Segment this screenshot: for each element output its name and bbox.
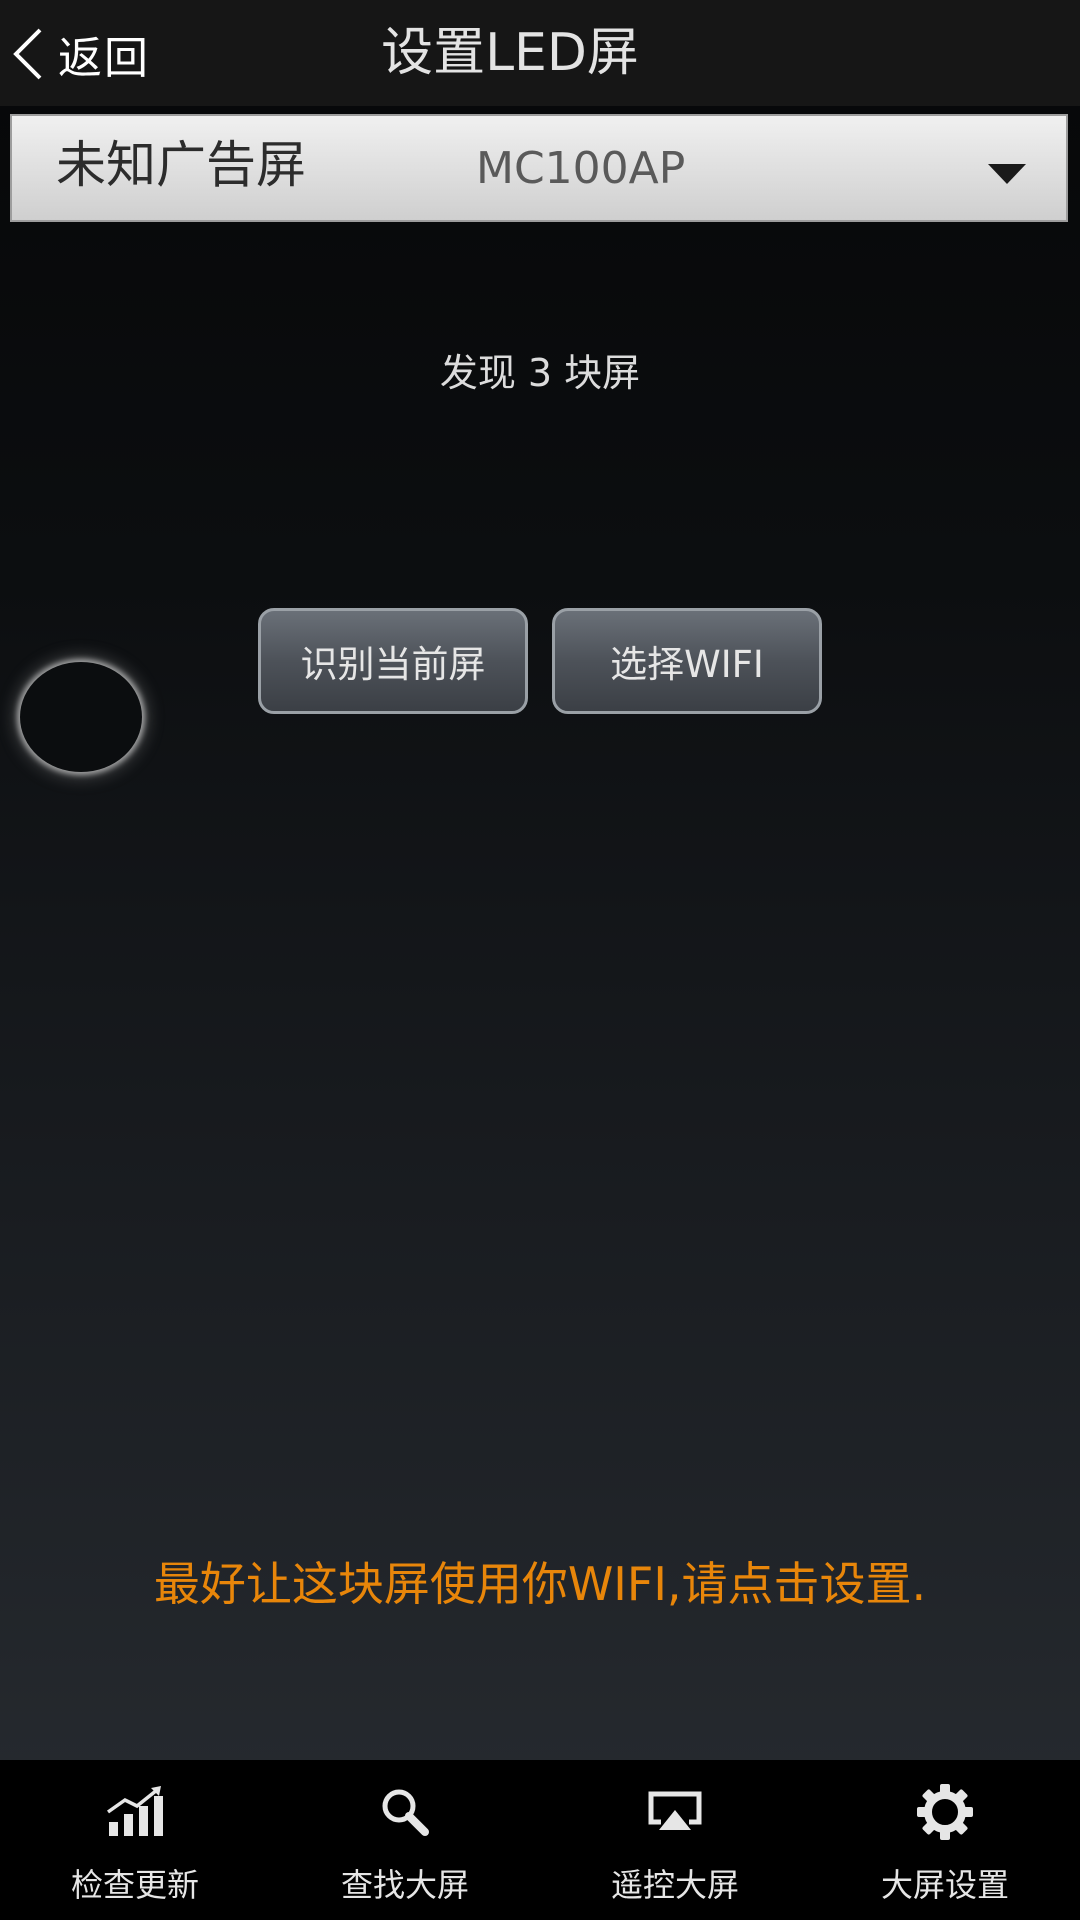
selected-screen-name: 未知广告屏 — [56, 136, 306, 194]
nav-item-find-screen[interactable]: 查找大屏 — [270, 1760, 540, 1920]
airplay-icon — [540, 1778, 810, 1846]
dropdown-arrow-icon — [988, 164, 1026, 190]
nav-label: 检查更新 — [70, 1866, 199, 1904]
nav-item-check-update[interactable]: 检查更新 — [0, 1760, 270, 1920]
nav-item-remote-screen[interactable]: 遥控大屏 — [540, 1760, 810, 1920]
bar-chart-icon — [0, 1778, 270, 1846]
page-title: 设置LED屏 — [381, 23, 639, 83]
select-wifi-button[interactable]: 选择WIFI — [552, 608, 822, 714]
wifi-hint-text[interactable]: 最好让这块屏使用你WIFI,请点击设置. — [0, 1548, 1080, 1614]
nav-label: 遥控大屏 — [610, 1866, 739, 1904]
top-bar: 返回 设置LED屏 — [0, 0, 1080, 106]
bottom-nav: 检查更新 查找大屏 遥控大屏 大屏设置 — [0, 1760, 1080, 1920]
screen-selector-dropdown[interactable]: 未知广告屏 MC100AP — [10, 114, 1068, 222]
nav-label: 查找大屏 — [340, 1866, 469, 1904]
search-icon — [270, 1778, 540, 1846]
nav-label: 大屏设置 — [880, 1866, 1009, 1904]
found-screens-count: 发现 3 块屏 — [439, 351, 641, 395]
identify-screen-button[interactable]: 识别当前屏 — [258, 608, 528, 714]
nav-item-screen-settings[interactable]: 大屏设置 — [810, 1760, 1080, 1920]
selected-screen-model: MC100AP — [476, 143, 686, 194]
gear-icon — [810, 1778, 1080, 1846]
floating-assistive-button[interactable] — [20, 662, 142, 772]
